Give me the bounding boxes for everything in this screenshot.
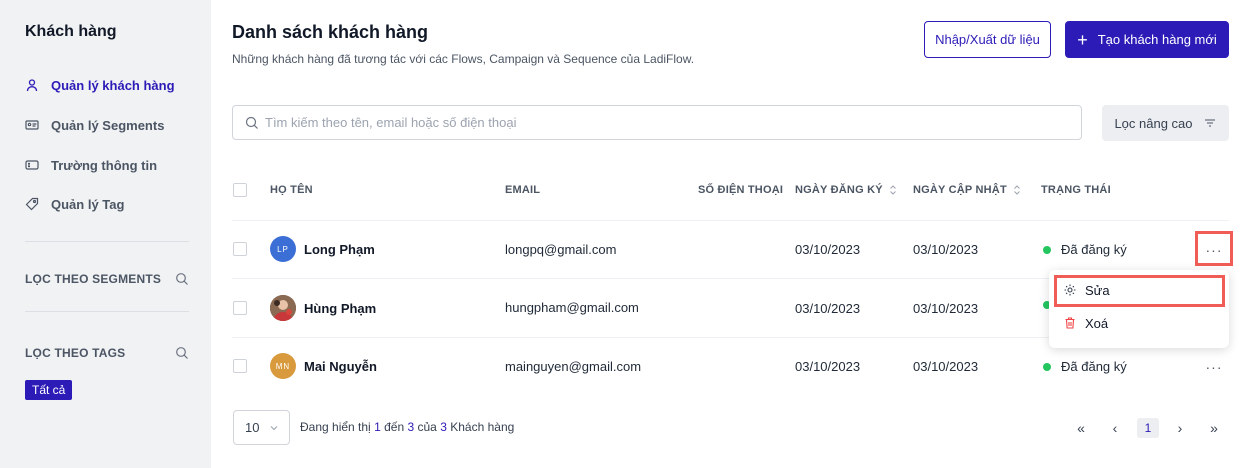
highlight-box [1054,275,1225,307]
search-icon [245,116,259,130]
advanced-filter-label: Lọc nâng cao [1114,115,1193,131]
sort-icon [1013,185,1021,195]
sidebar-item-tags[interactable]: Quản lý Tag [25,194,124,214]
column-header-status: TRẠNG THÁI [1041,184,1111,196]
import-export-button[interactable]: Nhập/Xuất dữ liệu [924,21,1051,58]
id-card-icon [25,118,39,132]
sidebar-item-label: Quản lý Segments [51,117,165,133]
delete-label: Xoá [1085,315,1109,331]
prev-page-button[interactable]: ‹ [1105,418,1125,438]
filter-icon [1203,116,1217,130]
advanced-filter-button[interactable]: Lọc nâng cao [1102,105,1229,141]
page-size-select[interactable]: 10 [233,410,290,445]
pagination-to: 3 [407,420,415,434]
column-header-phone: SỐ ĐIỆN THOẠI [698,184,784,196]
pagination-info: Đang hiển thị 1 đến 3 của 3 Khách hàng [300,420,514,434]
status-badge: Đã đăng ký [1043,242,1127,257]
create-customer-label: Tạo khách hàng mới [1097,32,1217,47]
row-checkbox[interactable] [233,301,247,315]
column-header-email: EMAIL [505,184,541,196]
tags-filter-label: LỌC THEO TAGS [25,346,126,360]
tag-filter-all[interactable]: Tất cả [25,380,73,400]
pagination-total: 3 [440,420,447,434]
search-input[interactable] [265,115,1045,130]
column-header-name: HỌ TÊN [270,184,313,196]
row-checkbox[interactable] [233,359,247,373]
trash-icon [1063,316,1077,330]
delete-menu-item[interactable]: Xoá [1063,313,1108,333]
user-icon [25,78,39,92]
status-label: Đã đăng ký [1061,242,1127,257]
chevron-down-icon [269,423,279,433]
customer-name[interactable]: Long Phạm [304,242,375,257]
plus-icon: + [1077,29,1088,50]
sidebar-item-fields[interactable]: Trường thông tin [25,155,157,175]
page-number-current[interactable]: 1 [1137,418,1159,438]
row-divider [232,220,1229,221]
sidebar-item-segments[interactable]: Quản lý Segments [25,115,164,135]
customer-email: mainguyen@gmail.com [505,359,642,374]
sidebar: Khách hàng Quản lý khách hàng Quản lý Se… [0,0,211,468]
search-icon[interactable] [175,272,189,286]
page-subtitle: Những khách hàng đã tương tác với các Fl… [232,52,695,66]
segments-filter-label: LỌC THEO SEGMENTS [25,272,162,286]
avatar [270,295,296,321]
segments-filter-heading: LỌC THEO SEGMENTS [25,272,189,286]
page-size-value: 10 [245,420,260,435]
sort-icon [889,185,897,195]
updated-date: 03/10/2023 [913,359,979,374]
search-icon[interactable] [175,346,189,360]
column-header-registered-label: NGÀY ĐĂNG KÝ [795,184,883,196]
column-header-updated[interactable]: NGÀY CẬP NHẬT [913,184,1021,196]
sidebar-item-label: Quản lý Tag [51,196,125,212]
pagination-of-word: của [417,420,437,434]
status-label: Đã đăng ký [1061,359,1127,374]
column-header-registered[interactable]: NGÀY ĐĂNG KÝ [795,184,897,196]
last-page-button[interactable]: » [1204,418,1224,438]
sidebar-item-customers[interactable]: Quản lý khách hàng [25,75,175,95]
sidebar-item-label: Trường thông tin [51,157,158,173]
search-box[interactable] [232,105,1082,140]
tags-filter-heading: LỌC THEO TAGS [25,346,189,360]
create-customer-button[interactable]: + Tạo khách hàng mới [1065,21,1229,58]
sidebar-item-label: Quản lý khách hàng [51,77,175,93]
tag-icon [25,197,39,211]
pagination-to-word: đến [384,420,405,434]
customer-email: longpq@gmail.com [505,242,617,257]
customer-name[interactable]: Mai Nguyễn [304,359,377,374]
avatar-photo-icon [270,295,296,321]
text-field-icon [25,158,39,172]
row-checkbox[interactable] [233,242,247,256]
next-page-button[interactable]: › [1170,418,1190,438]
pagination-from: 1 [374,420,381,434]
more-options-button[interactable]: ··· [1201,354,1227,380]
highlight-box [1195,231,1233,266]
sidebar-title: Khách hàng [25,23,117,40]
status-dot-icon [1043,362,1051,371]
select-all-checkbox[interactable] [233,183,247,197]
sidebar-divider [25,241,189,242]
column-header-updated-label: NGÀY CẬP NHẬT [913,184,1007,196]
sidebar-divider [25,311,189,312]
page-title: Danh sách khách hàng [232,22,429,42]
registered-date: 03/10/2023 [795,242,861,257]
avatar: MN [270,353,296,379]
status-badge: Đã đăng ký [1043,359,1127,374]
customer-name[interactable]: Hùng Phạm [304,301,376,316]
status-dot-icon [1043,245,1051,254]
updated-date: 03/10/2023 [913,242,979,257]
avatar: LP [270,236,296,262]
pagination-unit: Khách hàng [450,420,515,434]
pagination-info-prefix: Đang hiển thị [300,420,371,434]
registered-date: 03/10/2023 [795,301,861,316]
updated-date: 03/10/2023 [913,301,979,316]
customer-email: hungpham@gmail.com [505,300,639,315]
registered-date: 03/10/2023 [795,359,861,374]
first-page-button[interactable]: « [1071,418,1091,438]
